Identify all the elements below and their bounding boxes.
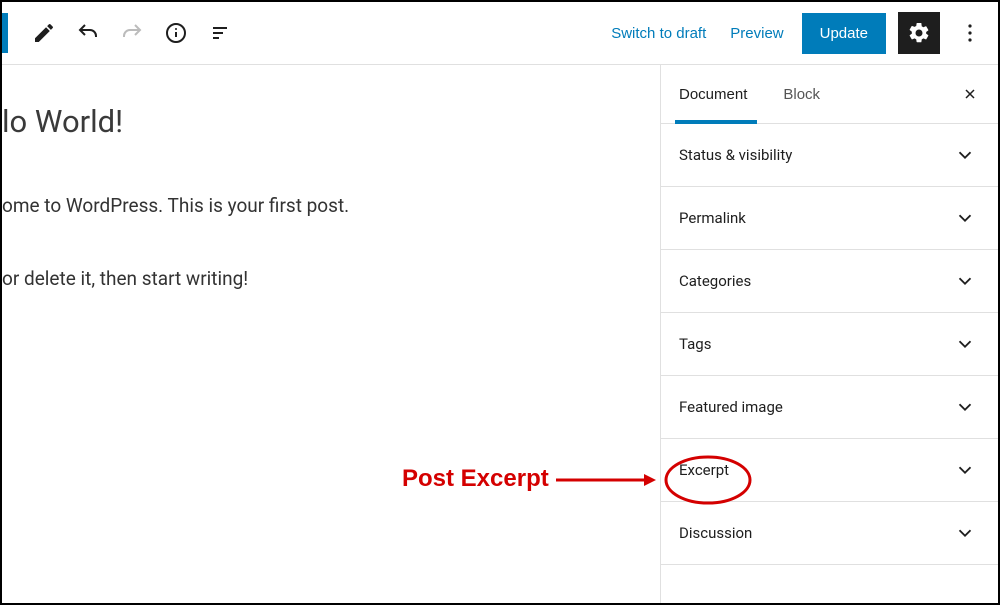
settings-gear-icon[interactable]	[898, 12, 940, 54]
update-button[interactable]: Update	[802, 13, 886, 54]
undo-icon[interactable]	[66, 11, 110, 55]
chevron-down-icon	[954, 459, 976, 481]
toolbar-right: Switch to draft Preview Update	[605, 12, 988, 54]
panel-label: Permalink	[679, 209, 746, 227]
panel-label: Featured image	[679, 398, 783, 416]
panel-label: Tags	[679, 335, 711, 353]
post-paragraph[interactable]: ome to WordPress. This is your first pos…	[2, 192, 660, 221]
panel-excerpt[interactable]: Excerpt	[661, 439, 998, 502]
tab-block[interactable]: Block	[765, 65, 838, 123]
top-toolbar: Switch to draft Preview Update	[2, 2, 998, 65]
redo-icon[interactable]	[110, 11, 154, 55]
post-title[interactable]: lo World!	[2, 103, 660, 140]
chevron-down-icon	[954, 396, 976, 418]
panel-tags[interactable]: Tags	[661, 313, 998, 376]
more-menu-icon[interactable]	[952, 12, 988, 54]
info-icon[interactable]	[154, 11, 198, 55]
post-paragraph[interactable]: or delete it, then start writing!	[2, 265, 660, 294]
panel-status-visibility[interactable]: Status & visibility	[661, 124, 998, 187]
panel-discussion[interactable]: Discussion	[661, 502, 998, 565]
sidebar-tabs: Document Block	[661, 65, 998, 124]
preview-button[interactable]: Preview	[724, 17, 789, 50]
panel-label: Categories	[679, 272, 751, 290]
panel-categories[interactable]: Categories	[661, 250, 998, 313]
panel-label: Excerpt	[679, 461, 729, 479]
toolbar-left	[2, 11, 242, 55]
toggle-inserter-partial[interactable]	[2, 13, 8, 53]
outline-icon[interactable]	[198, 11, 242, 55]
tab-document[interactable]: Document	[661, 65, 765, 123]
edit-icon[interactable]	[22, 11, 66, 55]
panel-featured-image[interactable]: Featured image	[661, 376, 998, 439]
chevron-down-icon	[954, 207, 976, 229]
settings-sidebar: Document Block Status & visibility Permal…	[660, 65, 998, 604]
chevron-down-icon	[954, 270, 976, 292]
chevron-down-icon	[954, 333, 976, 355]
panel-label: Status & visibility	[679, 146, 792, 164]
switch-to-draft-button[interactable]: Switch to draft	[605, 17, 712, 50]
panel-permalink[interactable]: Permalink	[661, 187, 998, 250]
chevron-down-icon	[954, 522, 976, 544]
close-sidebar-icon[interactable]	[956, 80, 984, 108]
chevron-down-icon	[954, 144, 976, 166]
panel-label: Discussion	[679, 524, 752, 542]
editor-canvas[interactable]: lo World! ome to WordPress. This is your…	[2, 65, 660, 604]
